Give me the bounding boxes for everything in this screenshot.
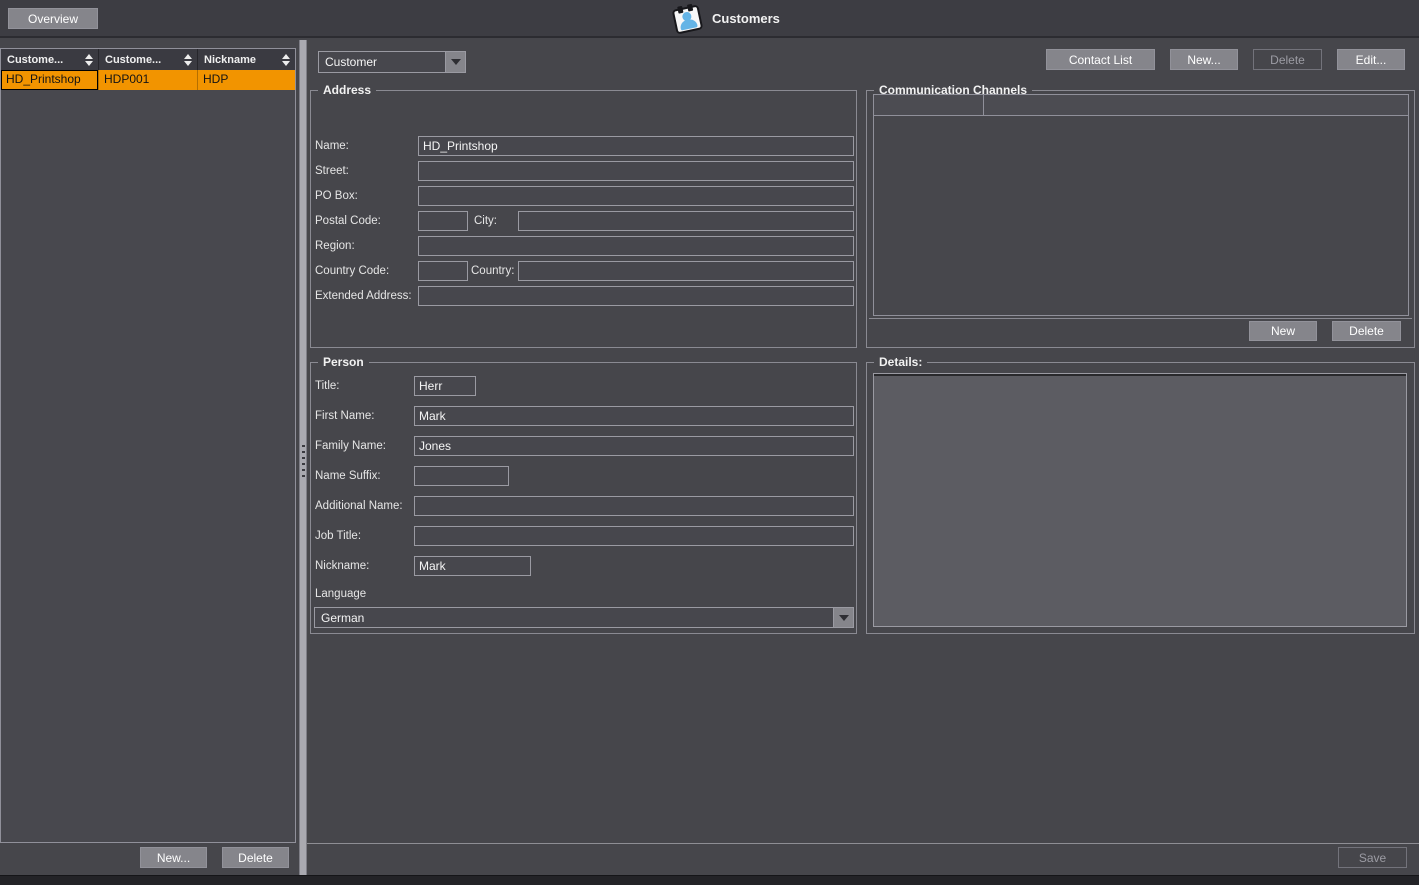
person-legend: Person: [318, 355, 369, 369]
cell-customer-id[interactable]: HDP001: [99, 70, 198, 90]
toolbar-delete-button: Delete: [1253, 49, 1322, 70]
customer-new-button[interactable]: New...: [140, 847, 207, 868]
country-field[interactable]: [518, 261, 854, 281]
street-field[interactable]: [418, 161, 854, 181]
table-row[interactable]: HD_Printshop HDP001 HDP: [1, 70, 295, 90]
splitter-grip-icon: [302, 445, 305, 479]
country-code-label: Country Code:: [315, 262, 389, 281]
status-bar: [0, 875, 1419, 885]
country-label: Country:: [471, 262, 514, 281]
po-box-label: PO Box:: [315, 187, 358, 206]
cell-nickname[interactable]: HDP: [198, 70, 295, 90]
city-field[interactable]: [518, 211, 854, 231]
chevron-down-icon[interactable]: [445, 52, 465, 72]
nickname-label: Nickname:: [315, 557, 369, 576]
channel-new-button[interactable]: New: [1249, 321, 1317, 341]
name-label: Name:: [315, 137, 349, 156]
street-label: Street:: [315, 162, 349, 181]
channel-value-column-header[interactable]: [984, 95, 1408, 115]
region-field[interactable]: [418, 236, 854, 256]
job-title-field[interactable]: [414, 526, 854, 546]
job-title-label: Job Title:: [315, 527, 361, 546]
title-field[interactable]: [414, 376, 476, 396]
postal-code-field[interactable]: [418, 211, 468, 231]
extended-address-label: Extended Address:: [315, 287, 412, 306]
region-label: Region:: [315, 237, 355, 256]
details-textarea[interactable]: [873, 373, 1407, 627]
page-title: Customers: [712, 0, 780, 38]
overview-button[interactable]: Overview: [8, 8, 98, 29]
communication-channels-list[interactable]: [874, 116, 1408, 315]
chevron-down-icon[interactable]: [833, 608, 853, 627]
customer-delete-button[interactable]: Delete: [222, 847, 289, 868]
first-name-field[interactable]: [414, 406, 854, 426]
details-group: Details:: [866, 362, 1415, 634]
customer-list-header: Custome... Custome... Nickname: [1, 49, 295, 70]
additional-name-field[interactable]: [414, 496, 854, 516]
communication-channels-header: [874, 95, 1408, 116]
additional-name-label: Additional Name:: [315, 497, 403, 516]
name-suffix-label: Name Suffix:: [315, 467, 381, 486]
sort-icon[interactable]: [184, 54, 194, 66]
panel-splitter[interactable]: [299, 40, 307, 875]
customer-list-table: Custome... Custome... Nickname HD_Prints…: [0, 48, 296, 843]
nickname-field[interactable]: [414, 556, 531, 576]
family-name-label: Family Name:: [315, 437, 386, 456]
channel-delete-button[interactable]: Delete: [1332, 321, 1401, 341]
person-group: Person Title: First Name: Family Name: N…: [310, 362, 857, 634]
first-name-label: First Name:: [315, 407, 374, 426]
column-header-customer-id[interactable]: Custome...: [99, 49, 198, 70]
po-box-field[interactable]: [418, 186, 854, 206]
channel-type-column-header[interactable]: [874, 95, 984, 115]
column-header-nickname[interactable]: Nickname: [198, 49, 295, 70]
details-legend: Details:: [874, 355, 927, 369]
save-button: Save: [1338, 847, 1407, 868]
customers-window: Overview Customers Custome... Custome...…: [0, 0, 1419, 885]
toolbar-edit-button[interactable]: Edit...: [1337, 49, 1405, 70]
name-field[interactable]: [418, 136, 854, 156]
topbar: Overview Customers: [0, 0, 1419, 38]
communication-channels-group: Communication Channels New Delete: [866, 90, 1415, 348]
sort-icon[interactable]: [85, 54, 95, 66]
family-name-field[interactable]: [414, 436, 854, 456]
customers-icon: [671, 4, 707, 36]
address-legend: Address: [318, 83, 376, 97]
communication-channels-table[interactable]: [873, 94, 1409, 316]
contact-list-button[interactable]: Contact List: [1046, 49, 1155, 70]
name-suffix-field[interactable]: [414, 466, 509, 486]
postal-code-label: Postal Code:: [315, 212, 381, 231]
language-label: Language: [315, 585, 366, 604]
address-group: Address Name: Street: PO Box: Postal Cod…: [310, 90, 857, 348]
column-header-customer-name[interactable]: Custome...: [1, 49, 99, 70]
footer-separator: [307, 843, 1419, 844]
channels-separator: [869, 318, 1412, 319]
toolbar-new-button[interactable]: New...: [1170, 49, 1238, 70]
sort-icon[interactable]: [282, 54, 292, 66]
country-code-field[interactable]: [418, 261, 468, 281]
city-label: City:: [474, 212, 497, 231]
title-label: Title:: [315, 377, 340, 396]
language-select[interactable]: German: [314, 607, 854, 628]
extended-address-field[interactable]: [418, 286, 854, 306]
entity-type-select[interactable]: Customer: [318, 51, 466, 73]
cell-customer-name[interactable]: HD_Printshop: [1, 70, 99, 90]
